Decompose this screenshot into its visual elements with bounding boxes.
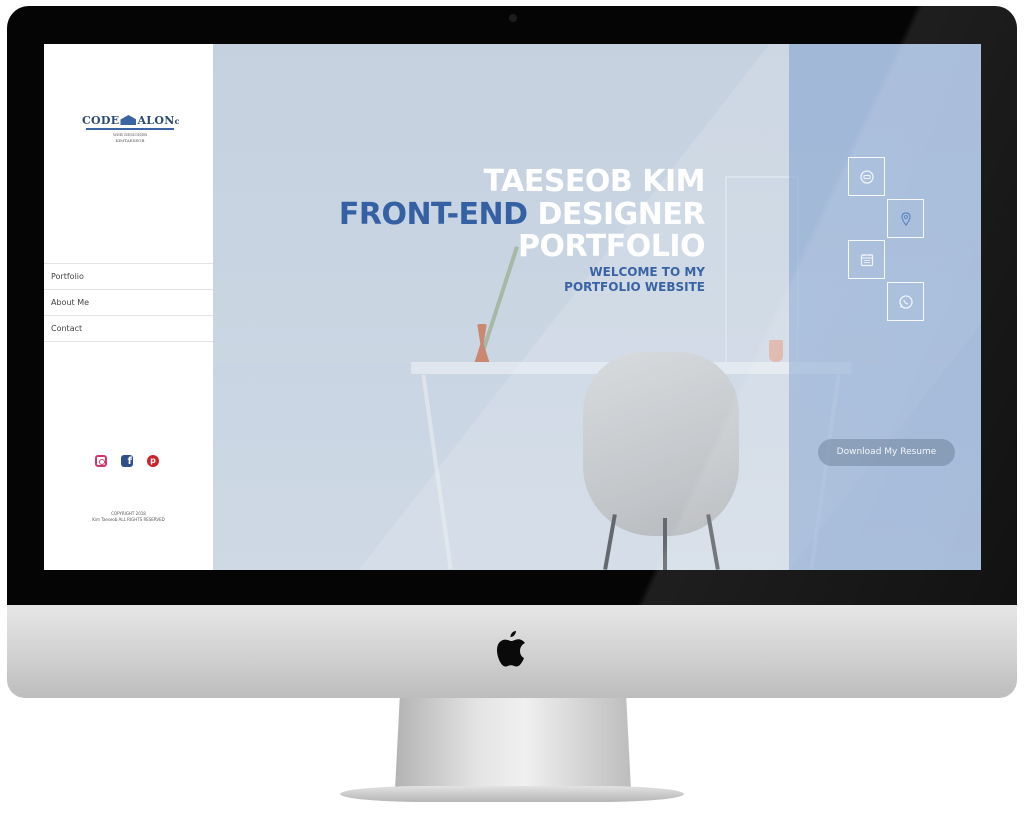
nav-item-about-me[interactable]: About Me: [44, 290, 213, 316]
instagram-icon[interactable]: [95, 455, 107, 467]
hero-role: FRONT-END DESIGNER: [338, 197, 706, 232]
logo-rule: [86, 128, 174, 130]
logo-subtitle-2: KIMTAESEOB: [115, 138, 145, 143]
download-resume-button[interactable]: Download My Resume: [818, 439, 955, 466]
apple-logo-icon: [497, 631, 525, 667]
hero-heading: TAESEOB KIM FRONT-END DESIGNER PORTFOLIO…: [338, 164, 706, 295]
logo-text-left: CODE: [82, 114, 120, 127]
social-links: f p: [95, 455, 159, 467]
whatsapp-icon[interactable]: [887, 282, 924, 321]
hero-role-rest: DESIGNER: [527, 197, 706, 232]
logo-wordmark: CODE ALONc: [82, 114, 180, 127]
pinterest-icon[interactable]: p: [147, 455, 159, 467]
logo-text-right: ALON: [137, 114, 175, 127]
website-screen: CODE ALONc WEB DESIGNER KIMTAESEOB Portfo…: [44, 44, 981, 570]
hero-name: TAESEOB KIM: [483, 164, 705, 199]
hero-section: TAESEOB KIM FRONT-END DESIGNER PORTFOLIO…: [213, 44, 981, 570]
hero-role-accent: FRONT-END: [338, 197, 528, 232]
copyright: COPYRIGHT 2018 Kim Taeseob ALL RIGHTS RE…: [44, 511, 213, 523]
nav-item-contact[interactable]: Contact: [44, 316, 213, 342]
calendar-icon[interactable]: [848, 240, 885, 279]
sidebar: CODE ALONc WEB DESIGNER KIMTAESEOB Portfo…: [44, 44, 213, 570]
copyright-line-2: Kim Taeseob ALL RIGHTS RESERVED: [92, 517, 165, 522]
camera-dot: [509, 14, 517, 22]
monitor-foot: [340, 786, 684, 802]
site-logo[interactable]: CODE ALONc WEB DESIGNER KIMTAESEOB: [82, 114, 180, 150]
contact-panel: [789, 44, 981, 570]
nav-item-portfolio[interactable]: Portfolio: [44, 264, 213, 290]
hero-portfolio: PORTFOLIO: [518, 229, 705, 264]
house-icon: [120, 115, 137, 125]
facebook-icon[interactable]: f: [121, 455, 133, 467]
chat-icon[interactable]: [848, 157, 885, 196]
location-icon[interactable]: [887, 199, 924, 238]
hero-welcome: WELCOME TO MY PORTFOLIO WEBSITE: [564, 265, 705, 294]
monitor-stand: [395, 698, 631, 790]
sidebar-nav: Portfolio About Me Contact: [44, 263, 213, 342]
